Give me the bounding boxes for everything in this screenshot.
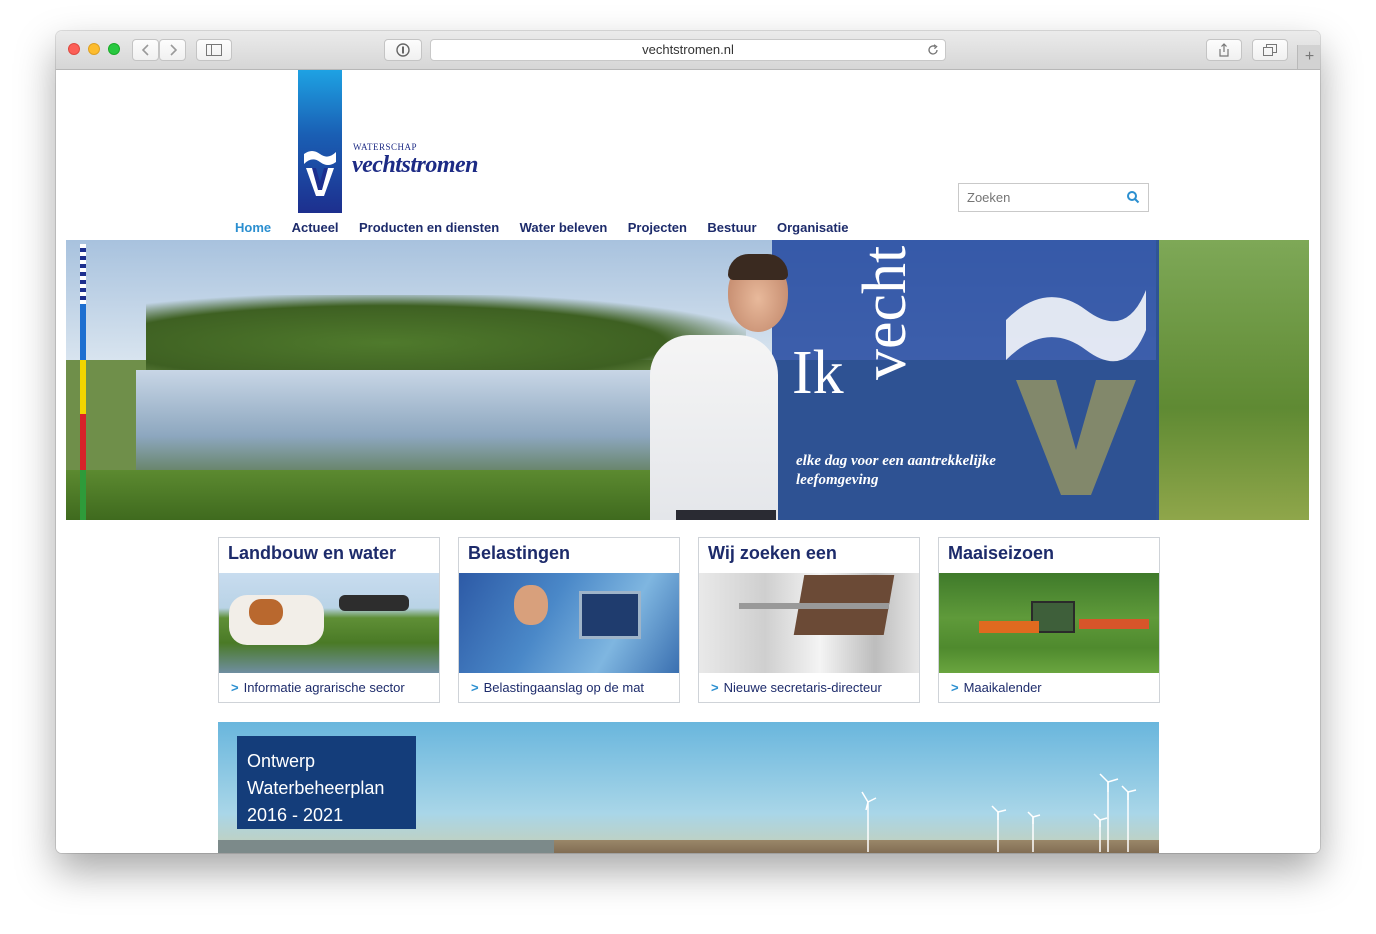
chevron-right-icon: > (951, 680, 959, 695)
back-button[interactable] (132, 39, 159, 61)
forward-button[interactable] (159, 39, 186, 61)
card-image-chairs[interactable] (699, 573, 919, 673)
chevron-right-icon: > (711, 680, 719, 695)
zoom-window-button[interactable] (108, 43, 120, 55)
waterbeheerplan-banner[interactable]: Ontwerp Waterbeheerplan 2016 - 2021 (218, 722, 1159, 853)
hero-stripe-green (80, 470, 86, 520)
tabs-icon (1263, 44, 1277, 56)
new-tab-button[interactable]: + (1297, 45, 1320, 69)
banner-line-2: Waterbeheerplan (247, 778, 385, 798)
card-image-technician[interactable] (459, 573, 679, 673)
card-title[interactable]: Maaiseizoen (948, 543, 1054, 564)
browser-toolbar: vechtstromen.nl + (56, 31, 1320, 70)
nav-item-actueel[interactable]: Actueel (292, 220, 339, 235)
logo-subtitle: WATERSCHAP (353, 142, 418, 152)
card-link-maaikalender[interactable]: > Maaikalender (951, 680, 1042, 695)
sidebar-button[interactable] (196, 39, 232, 61)
hero-person-shirt (650, 335, 778, 520)
search-icon[interactable] (1126, 190, 1140, 204)
card-landbouw[interactable]: Landbouw en water > Informatie agrarische… (218, 537, 440, 703)
hero-person-hair (728, 254, 788, 280)
chair-frame (739, 603, 889, 609)
nav-item-producten[interactable]: Producten en diensten (359, 220, 499, 235)
share-icon (1219, 43, 1229, 57)
reload-icon[interactable] (927, 40, 939, 62)
chevron-left-icon (141, 44, 149, 56)
card-title[interactable]: Landbouw en water (228, 543, 396, 564)
person-head (514, 585, 548, 625)
browser-window: vechtstromen.nl + WATERSCHAP vechtstrome… (56, 31, 1320, 853)
chevron-right-icon (169, 44, 177, 56)
banner-line-1: Ontwerp (247, 751, 316, 771)
reader-button[interactable] (384, 39, 422, 61)
hero-tagline: elke dag voor een aantrekkelijke leefomg… (796, 453, 996, 488)
vechtstromen-logo-icon (304, 151, 336, 196)
chevron-right-icon: > (471, 680, 479, 695)
logo-bar[interactable] (298, 70, 342, 213)
card-title[interactable]: Wij zoeken een (708, 543, 837, 564)
card-image-cows[interactable] (219, 573, 439, 673)
nav-item-water-beleven[interactable]: Water beleven (520, 220, 608, 235)
hero-meadow-right (1156, 240, 1309, 520)
card-link-secretaris[interactable]: > Nieuwe secretaris-directeur (711, 680, 882, 695)
banner-reeds (218, 840, 554, 853)
card-link-text[interactable]: Maaikalender (964, 680, 1042, 695)
hero-title-vecht: vecht (851, 245, 919, 380)
tabs-button[interactable] (1252, 39, 1288, 61)
share-button[interactable] (1206, 39, 1242, 61)
plus-icon: + (1304, 48, 1315, 65)
hero-stripe-red (80, 414, 86, 470)
card-image-tractor[interactable] (939, 573, 1159, 673)
card-link-text[interactable]: Belastingaanslag op de mat (484, 680, 644, 695)
card-title[interactable]: Belastingen (468, 543, 570, 564)
hero-title-ik: Ik (792, 339, 844, 407)
hero-stripe-blue (80, 304, 86, 360)
hero-stripe-yellow (80, 360, 86, 414)
card-link-text[interactable]: Informatie agrarische sector (244, 680, 405, 695)
url-text: vechtstromen.nl (642, 42, 734, 57)
nav-item-projecten[interactable]: Projecten (628, 220, 687, 235)
nav-item-bestuur[interactable]: Bestuur (707, 220, 756, 235)
reader-icon (396, 43, 410, 57)
hero-stripe-dashes (80, 244, 86, 304)
card-link-landbouw[interactable]: > Informatie agrarische sector (231, 680, 405, 695)
nav-item-organisatie[interactable]: Organisatie (777, 220, 849, 235)
nav-item-home[interactable]: Home (235, 220, 271, 235)
cow-spot (249, 599, 283, 625)
close-window-button[interactable] (68, 43, 80, 55)
address-bar[interactable]: vechtstromen.nl (430, 39, 946, 61)
minimize-window-button[interactable] (88, 43, 100, 55)
mower-arm (979, 621, 1039, 633)
web-page: WATERSCHAP vechtstromen Home Actueel Pro… (56, 70, 1320, 853)
search-input[interactable] (965, 189, 1119, 206)
sidebar-icon (206, 44, 222, 56)
mower-arm-right (1079, 619, 1149, 629)
chevron-right-icon: > (231, 680, 239, 695)
cows-background (339, 595, 409, 611)
banner-line-3: 2016 - 2021 (247, 805, 344, 825)
card-maaiseizoen[interactable]: Maaiseizoen > Maaikalender (938, 537, 1160, 703)
banner-title-box[interactable]: Ontwerp Waterbeheerplan 2016 - 2021 (237, 736, 416, 829)
hero-banner[interactable]: Ik vecht elke dag voor een aantrekkelijk… (66, 240, 1309, 520)
main-nav: Home Actueel Producten en diensten Water… (235, 219, 865, 237)
logo-title[interactable]: vechtstromen (352, 152, 479, 179)
card-belastingen[interactable]: Belastingen > Belastingaanslag op de mat (458, 537, 680, 703)
card-wij-zoeken[interactable]: Wij zoeken een > Nieuwe secretaris-direct… (698, 537, 920, 703)
search-box[interactable] (958, 183, 1149, 212)
monitor-screen (579, 591, 641, 639)
hero-person-pants (676, 510, 776, 520)
card-link-belastingen[interactable]: > Belastingaanslag op de mat (471, 680, 644, 695)
card-link-text[interactable]: Nieuwe secretaris-directeur (724, 680, 882, 695)
wind-turbines (861, 773, 1137, 852)
